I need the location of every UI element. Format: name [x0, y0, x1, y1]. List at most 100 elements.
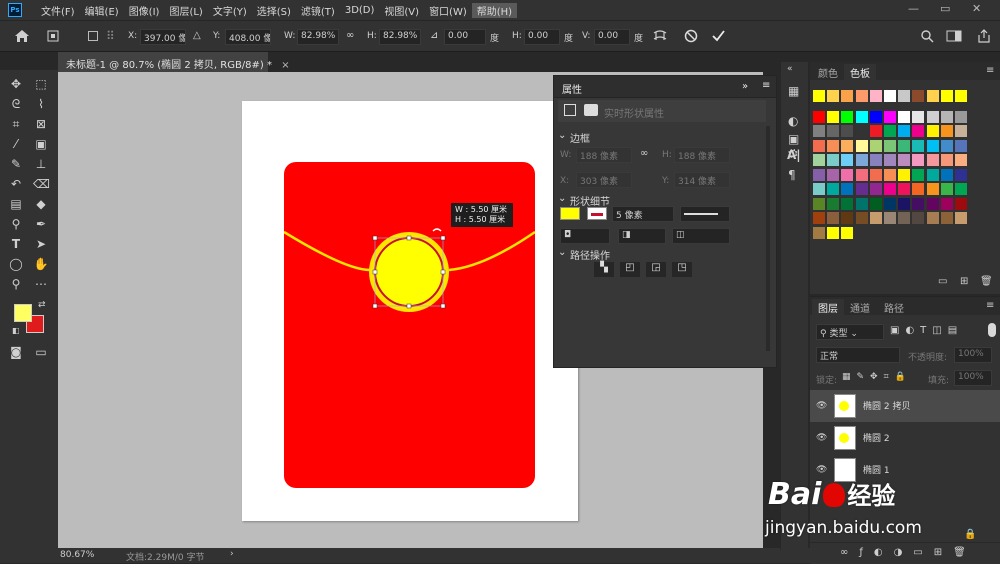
color-swatch[interactable]: [827, 110, 840, 123]
color-swatch[interactable]: [855, 212, 868, 224]
combine-shapes-icon[interactable]: ▚: [594, 262, 614, 277]
color-swatch[interactable]: [940, 183, 953, 195]
stroke-type-dropdown[interactable]: [680, 206, 730, 222]
color-swatch[interactable]: [841, 110, 854, 123]
height-percent-field[interactable]: 82.98%: [379, 29, 421, 45]
color-swatch[interactable]: [926, 197, 939, 210]
pen-tool-icon[interactable]: ✒: [33, 216, 49, 232]
tab-paths[interactable]: 路径: [878, 299, 910, 315]
color-swatch[interactable]: [813, 90, 825, 102]
color-swatch[interactable]: [869, 139, 882, 152]
new-group-icon[interactable]: ▭: [938, 276, 947, 287]
blur-tool-icon[interactable]: ◆: [33, 196, 49, 212]
color-swatch[interactable]: [884, 139, 896, 152]
color-swatch[interactable]: [940, 110, 953, 123]
color-swatch[interactable]: [827, 197, 840, 210]
quick-mask-icon[interactable]: ◙: [8, 344, 24, 360]
tab-channels[interactable]: 通道: [844, 299, 876, 315]
crop-tool-icon[interactable]: ⌗: [8, 116, 24, 132]
color-swatch[interactable]: [884, 154, 896, 166]
warp-icon[interactable]: [652, 28, 668, 44]
color-swatch[interactable]: [912, 168, 925, 181]
document-tab[interactable]: 未标题-1 @ 80.7% (椭圆 2 拷贝, RGB/8#) * ×: [58, 52, 290, 72]
color-swatch[interactable]: [884, 183, 896, 195]
color-swatch[interactable]: [869, 110, 882, 123]
prop-x-field[interactable]: 303 像素: [576, 172, 632, 188]
hand-tool-icon[interactable]: ✋: [33, 256, 49, 272]
eyedropper-tool-icon[interactable]: ⁄: [8, 136, 24, 152]
menu-select[interactable]: 选择(S): [252, 3, 296, 18]
close-document-icon[interactable]: ×: [281, 60, 289, 71]
transform-handle[interactable]: [372, 235, 378, 241]
maximize-button[interactable]: ▭: [940, 2, 950, 15]
reference-point-checkbox[interactable]: [88, 31, 98, 41]
color-swatch[interactable]: [855, 139, 868, 152]
menu-image[interactable]: 图像(I): [124, 3, 165, 18]
color-swatch[interactable]: [926, 90, 939, 102]
transform-tool-icon[interactable]: [46, 29, 60, 43]
color-swatch[interactable]: [884, 168, 896, 181]
eraser-tool-icon[interactable]: ⌫: [33, 176, 50, 192]
visibility-eye-icon[interactable]: 👁: [816, 433, 827, 443]
color-swatch[interactable]: [827, 139, 840, 152]
tab-swatches[interactable]: 色板: [844, 64, 876, 80]
menu-3d[interactable]: 3D(D): [340, 5, 380, 16]
transform-handle[interactable]: [406, 303, 412, 309]
quick-select-tool-icon[interactable]: ⌇: [33, 96, 49, 112]
color-swatch[interactable]: [869, 154, 882, 166]
swatches-menu-icon[interactable]: ≡: [986, 65, 994, 76]
commit-transform-icon[interactable]: [711, 29, 726, 43]
frame-tool-icon[interactable]: ⊠: [33, 116, 49, 132]
color-swatch[interactable]: [940, 154, 953, 166]
color-swatch[interactable]: [940, 197, 953, 210]
libraries-panel-icon[interactable]: ▣: [788, 132, 799, 146]
red-envelope-rectangle[interactable]: W : 5.50 厘米 H : 5.50 厘米: [284, 162, 535, 488]
color-swatch[interactable]: [813, 139, 825, 152]
exclude-overlap-icon[interactable]: ◳: [672, 262, 692, 277]
new-swatch-icon[interactable]: ⊞: [960, 276, 968, 287]
layer-filter-icons[interactable]: ▣◐T◫▤: [890, 325, 963, 336]
expand-panels-icon[interactable]: «: [787, 64, 793, 74]
ellipse-2-copy[interactable]: [374, 237, 444, 307]
properties-scrollbar[interactable]: [766, 126, 770, 351]
shape-section-toggle[interactable]: ⌄: [558, 193, 566, 204]
color-swatch[interactable]: [869, 183, 882, 195]
x-position-field[interactable]: 397.00 像素: [140, 29, 186, 45]
prop-width-field[interactable]: 188 像素: [576, 147, 632, 163]
color-swatch[interactable]: [841, 139, 854, 152]
layer-action-icons[interactable]: ∞ƒ◐◑▭⊞🗑: [840, 547, 977, 558]
path-selection-tool-icon[interactable]: ➤: [33, 236, 49, 252]
y-position-field[interactable]: 408.00 像素: [225, 29, 271, 45]
relative-position-icon[interactable]: △: [193, 30, 201, 41]
subtract-shape-icon[interactable]: ◰: [620, 262, 640, 277]
stroke-width-field[interactable]: 5 像素: [612, 206, 674, 222]
vskew-field[interactable]: 0.00: [594, 29, 630, 45]
color-swatch[interactable]: [813, 168, 825, 181]
transform-handle[interactable]: [440, 235, 446, 241]
swap-colors-icon[interactable]: ⇄: [38, 300, 46, 310]
color-swatch[interactable]: [898, 212, 911, 224]
color-swatch[interactable]: [912, 125, 925, 137]
color-swatch[interactable]: [855, 168, 868, 181]
lock-icons[interactable]: ▦✎✥⌗🔒: [842, 372, 912, 382]
stroke-align-dropdown[interactable]: ◘: [560, 228, 610, 244]
color-swatch[interactable]: [841, 125, 854, 137]
transform-handle[interactable]: [440, 269, 446, 275]
transform-handle[interactable]: [372, 269, 378, 275]
color-swatch[interactable]: [813, 183, 825, 195]
color-swatch[interactable]: [841, 212, 854, 224]
marquee-tool-icon[interactable]: ⬚: [33, 76, 49, 92]
color-swatch[interactable]: [912, 197, 925, 210]
lasso-tool-icon[interactable]: ᘓ: [8, 96, 24, 112]
color-swatch[interactable]: [898, 154, 911, 166]
document-canvas[interactable]: W : 5.50 厘米 H : 5.50 厘米: [242, 101, 578, 521]
color-swatch[interactable]: [884, 197, 896, 210]
color-swatch[interactable]: [955, 139, 967, 152]
menu-layer[interactable]: 图层(L): [164, 3, 207, 18]
color-swatch[interactable]: [869, 168, 882, 181]
color-swatch[interactable]: [841, 154, 854, 166]
color-swatch[interactable]: [926, 168, 939, 181]
color-swatch[interactable]: [912, 183, 925, 195]
workspace-icon[interactable]: [946, 29, 962, 43]
paragraph-panel-icon[interactable]: ¶: [788, 168, 796, 182]
